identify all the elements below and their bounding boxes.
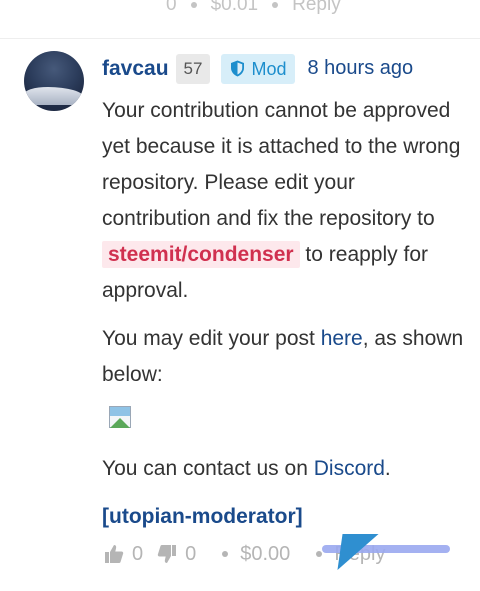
edit-post-link[interactable]: here bbox=[321, 327, 363, 350]
discord-link[interactable]: Discord bbox=[314, 457, 385, 480]
thumbs-down-icon[interactable] bbox=[157, 544, 177, 564]
paragraph-contact: You can contact us on Discord. bbox=[102, 451, 467, 487]
moderator-badge-label: Mod bbox=[251, 58, 287, 79]
shield-icon bbox=[231, 60, 245, 77]
previous-reply-link[interactable]: Reply bbox=[292, 0, 341, 16]
paragraph-repository: Your contribution cannot be approved yet… bbox=[102, 93, 467, 309]
avatar-landscape bbox=[24, 87, 84, 105]
previous-vote-count: 0 bbox=[166, 0, 177, 15]
paragraph-edit: You may edit your post here, as shown be… bbox=[102, 321, 467, 393]
upvote-count: 0 bbox=[132, 542, 144, 565]
comment-divider bbox=[0, 38, 480, 39]
payout-value[interactable]: $0.00 bbox=[240, 543, 290, 566]
paragraph-text: You may edit your post bbox=[102, 327, 315, 350]
author-avatar[interactable] bbox=[24, 51, 84, 111]
comment-header: favcau 57 Mod 8 hours ago bbox=[102, 52, 467, 85]
comment-body: Your contribution cannot be approved yet… bbox=[102, 93, 467, 535]
separator-dot bbox=[222, 551, 229, 557]
previous-comment-footer: 0 $0.01 Reply bbox=[166, 0, 341, 16]
comment-timestamp[interactable]: 8 hours ago bbox=[307, 57, 413, 80]
moderator-signature[interactable]: [utopian-moderator] bbox=[102, 499, 467, 535]
paragraph-text: You can contact us on bbox=[102, 457, 308, 480]
comment: favcau 57 Mod 8 hours ago Your contribut… bbox=[102, 52, 467, 547]
separator-dot bbox=[272, 2, 279, 8]
upvote-control[interactable]: 0 bbox=[104, 543, 143, 566]
downvote-count: 0 bbox=[185, 542, 197, 565]
reputation-badge: 57 bbox=[175, 53, 211, 84]
moderator-badge: Mod bbox=[221, 53, 296, 84]
paragraph-text: Your contribution cannot be approved yet… bbox=[102, 99, 461, 230]
separator-dot bbox=[316, 551, 323, 557]
separator-dot bbox=[190, 2, 197, 8]
annotation-pointer bbox=[337, 534, 379, 570]
author-name[interactable]: favcau bbox=[102, 57, 169, 81]
downvote-control[interactable]: 0 bbox=[157, 543, 196, 566]
paragraph-text: . bbox=[384, 457, 391, 480]
broken-image-icon bbox=[108, 405, 134, 431]
thumbs-up-icon[interactable] bbox=[104, 544, 124, 564]
repository-code: steemit/condenser bbox=[102, 241, 300, 268]
comment-footer: 0 0 $0.00 Reply bbox=[104, 536, 464, 572]
previous-payout[interactable]: $0.01 bbox=[211, 0, 259, 16]
